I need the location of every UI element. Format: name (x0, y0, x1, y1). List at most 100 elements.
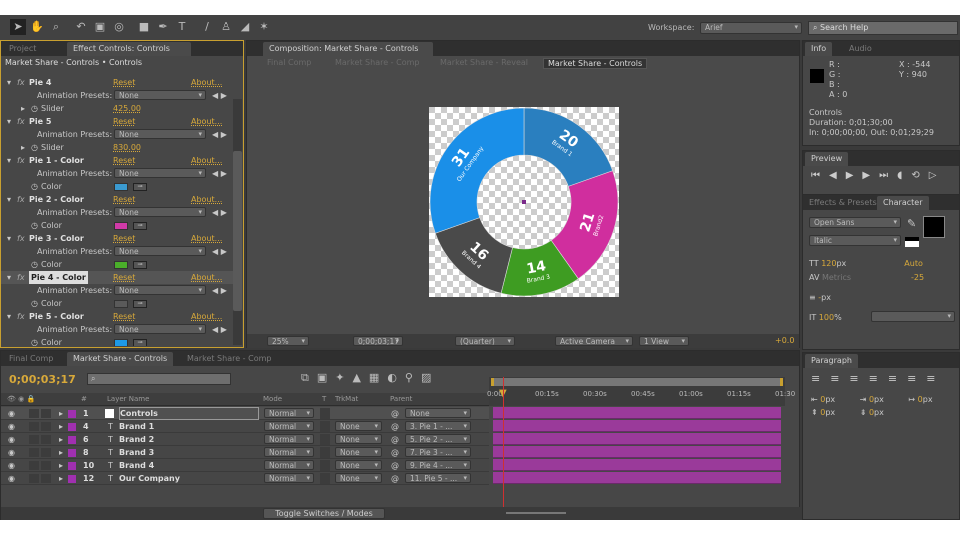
stopwatch-icon[interactable]: ◷ (31, 102, 38, 115)
breadcrumb-1[interactable]: Market Share - Comp (335, 58, 419, 67)
effect-header[interactable]: ▾ fx Pie 3 - Color Reset About... (1, 232, 233, 245)
camera-dropdown[interactable]: Active Camera (555, 336, 633, 346)
animation-presets-dropdown[interactable]: None (114, 129, 206, 139)
expand-triangle-icon[interactable]: ▸ (21, 102, 25, 115)
kerning-value[interactable]: Metrics (822, 273, 851, 282)
expand-triangle-icon[interactable]: ▾ (7, 115, 11, 128)
layer-duration-bar[interactable] (493, 407, 781, 419)
reset-link[interactable]: Reset (113, 76, 135, 89)
expand-triangle-icon[interactable]: ▸ (21, 141, 25, 154)
loop-icon[interactable]: ⟲ (911, 170, 928, 181)
search-help-input[interactable]: ⌕ Search Help (808, 21, 958, 35)
preserve-transparency-switch[interactable] (320, 421, 330, 432)
brush-icon[interactable]: / (199, 19, 215, 35)
stopwatch-icon[interactable]: ◷ (31, 141, 38, 154)
tab-character[interactable]: Character (877, 196, 929, 210)
pick-whip-icon[interactable]: @ (391, 472, 399, 485)
lock-switch[interactable] (41, 448, 51, 457)
eye-icon[interactable]: ◉ (8, 420, 15, 433)
color-swatch[interactable] (114, 300, 128, 308)
preserve-transparency-switch[interactable] (320, 460, 330, 471)
mode-dropdown[interactable]: Normal (264, 460, 314, 470)
color-swatch[interactable] (114, 339, 128, 346)
animation-presets-dropdown[interactable]: None (114, 246, 206, 256)
expand-triangle-icon[interactable]: ▸ (59, 472, 63, 485)
camera-icon[interactable]: ▣ (92, 19, 108, 35)
anchor-point[interactable] (522, 200, 526, 204)
label-color[interactable] (68, 449, 76, 457)
expand-triangle-icon[interactable]: ▸ (59, 446, 63, 459)
fx-icon[interactable]: fx (17, 232, 25, 245)
tab-preview[interactable]: Preview (805, 152, 849, 166)
mode-dropdown[interactable]: Normal (264, 447, 314, 457)
font-style-dropdown[interactable]: Italic (809, 235, 901, 246)
lock-switch[interactable] (41, 474, 51, 483)
layer-row[interactable]: ◉ ▸ 10 T Brand 4 Normal None @9. Pie 4 - ... (1, 459, 489, 472)
vertical-scale-value[interactable]: 100 (819, 313, 834, 322)
parent-dropdown[interactable]: 11. Pie 5 - ... (405, 473, 471, 483)
layer-name[interactable]: Brand 1 (119, 420, 154, 433)
preset-nav-arrows[interactable]: ◀ ▶ (212, 323, 227, 336)
effect-header[interactable]: ▾ fx Pie 4 Reset About... (1, 76, 233, 89)
fill-color-swatch[interactable] (923, 216, 945, 238)
eyedropper-icon[interactable]: ⊸ (133, 339, 147, 346)
reset-link[interactable]: Reset (113, 115, 135, 128)
expand-triangle-icon[interactable]: ▸ (59, 459, 63, 472)
current-time[interactable]: 0;00;03;17 (353, 336, 403, 346)
mode-dropdown[interactable]: Normal (264, 408, 314, 418)
expand-triangle-icon[interactable]: ▾ (7, 76, 11, 89)
eye-icon[interactable]: ◉ (8, 407, 15, 420)
stopwatch-icon[interactable]: ◷ (31, 297, 38, 310)
trkmat-dropdown[interactable]: None (335, 421, 382, 431)
effect-header[interactable]: ▾ fx Pie 5 - Color Reset About... (1, 310, 233, 323)
next-frame-icon[interactable]: ▶ (862, 170, 879, 181)
color-swatch[interactable] (114, 261, 128, 269)
expand-triangle-icon[interactable]: ▾ (7, 271, 11, 284)
rectangle-icon[interactable]: ■ (136, 19, 152, 35)
tab-paragraph[interactable]: Paragraph (805, 354, 858, 368)
effect-header[interactable]: ▾ fx Pie 4 - Color Reset About... (1, 271, 233, 284)
eyedropper-icon[interactable]: ✎ (907, 217, 916, 230)
reset-link[interactable]: Reset (113, 154, 135, 167)
font-family-dropdown[interactable]: Open Sans (809, 217, 901, 228)
type-icon[interactable]: T (174, 19, 190, 35)
pan-behind-icon[interactable]: ◎ (111, 19, 127, 35)
clone-stamp-icon[interactable]: ♙ (218, 19, 234, 35)
magnification-dropdown[interactable]: 25% (267, 336, 309, 346)
about-link[interactable]: About... (191, 271, 222, 284)
pick-whip-icon[interactable]: @ (391, 407, 399, 420)
preset-nav-arrows[interactable]: ◀ ▶ (212, 245, 227, 258)
expand-triangle-icon[interactable]: ▾ (7, 310, 11, 323)
breadcrumb-2[interactable]: Market Share - Reveal (440, 58, 528, 67)
lock-switch[interactable] (41, 409, 51, 418)
hand-icon[interactable]: ✋ (29, 19, 45, 35)
parent-dropdown[interactable]: 9. Pie 4 - ... (405, 460, 471, 470)
lock-switch[interactable] (41, 435, 51, 444)
prev-frame-icon[interactable]: ◀ (829, 170, 846, 181)
eyedropper-icon[interactable]: ⊸ (133, 222, 147, 230)
layer-duration-bar[interactable] (493, 472, 781, 484)
stopwatch-icon[interactable]: ◷ (31, 180, 38, 193)
tab-effect-controls[interactable]: Effect Controls: Controls (67, 42, 191, 56)
eye-icon[interactable]: ◉ (8, 433, 15, 446)
last-frame-icon[interactable]: ⏭ (879, 170, 897, 181)
preserve-transparency-switch[interactable] (320, 408, 330, 419)
col-layer-name[interactable]: Layer Name (107, 393, 149, 406)
eyedropper-icon[interactable]: ⊸ (133, 300, 147, 308)
layer-row[interactable]: ◉ ▸ 4 T Brand 1 Normal None @3. Pie 1 - ... (1, 420, 489, 433)
tab-composition[interactable]: Composition: Market Share - Controls (263, 42, 433, 56)
parent-dropdown[interactable]: 3. Pie 1 - ... (405, 421, 471, 431)
exposure-value[interactable]: +0.0 (775, 336, 794, 345)
expand-triangle-icon[interactable]: ▸ (59, 420, 63, 433)
effect-header[interactable]: ▾ fx Pie 2 - Color Reset About... (1, 193, 233, 206)
preserve-transparency-switch[interactable] (320, 434, 330, 445)
reset-link[interactable]: Reset (113, 310, 135, 323)
label-color[interactable] (68, 436, 76, 444)
about-link[interactable]: About... (191, 232, 222, 245)
expand-triangle-icon[interactable]: ▸ (59, 407, 63, 420)
layer-duration-bar[interactable] (493, 446, 781, 458)
zoom-slider[interactable] (506, 512, 566, 514)
eye-icon[interactable]: ◉ (8, 446, 15, 459)
solo-switch[interactable] (29, 474, 39, 483)
about-link[interactable]: About... (191, 115, 222, 128)
